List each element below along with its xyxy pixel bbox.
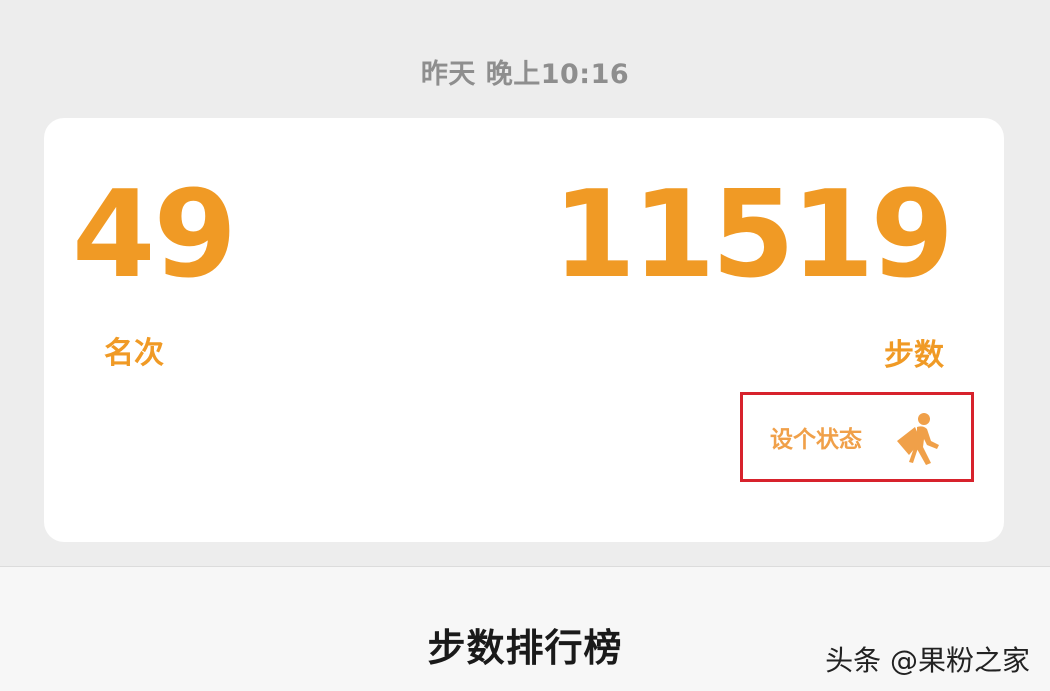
- set-status-button[interactable]: 设个状态: [740, 392, 974, 482]
- walking-person-icon: [897, 413, 939, 465]
- set-status-label: 设个状态: [770, 427, 862, 453]
- timestamp: 昨天 晚上10:16: [420, 59, 630, 90]
- rank-label: 名次: [104, 336, 164, 371]
- step-count[interactable]: 11519: [553, 176, 954, 296]
- leaderboard-panel: 步数排行榜 头条 @果粉之家: [0, 566, 1050, 691]
- step-count-label: 步数: [884, 338, 944, 373]
- step-summary-card: 49 名次 11519 步数 设个状态: [44, 118, 1004, 542]
- rank-number: 49: [72, 166, 237, 305]
- watermark: 头条 @果粉之家: [825, 644, 1030, 677]
